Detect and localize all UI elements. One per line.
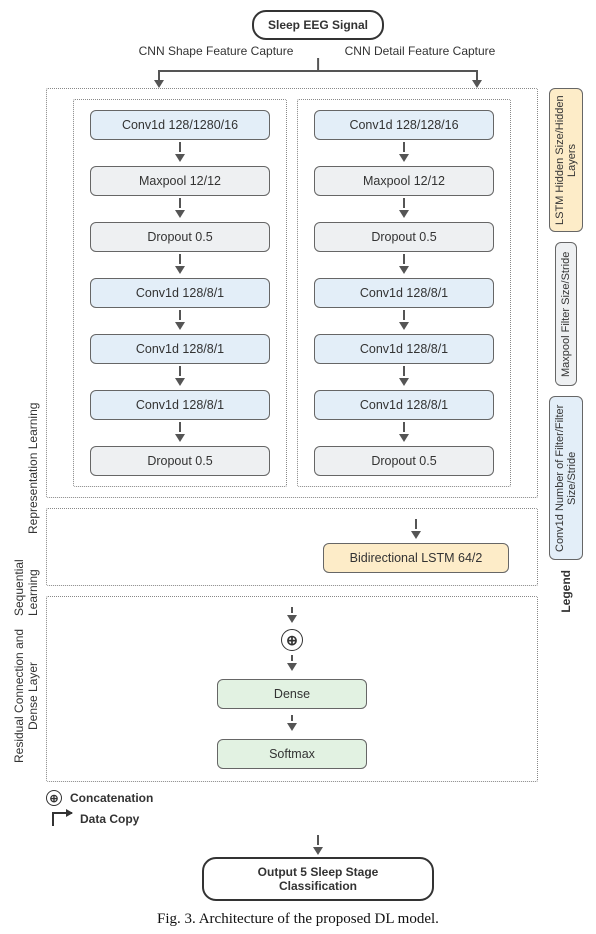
- concat-symbol-icon: ⊕: [46, 790, 62, 806]
- legend-maxpool: Maxpool Filter Size/Stride: [555, 242, 577, 386]
- arrow-icon: [175, 366, 185, 388]
- arrow-icon: [399, 366, 409, 388]
- input-node: Sleep EEG Signal: [252, 10, 384, 40]
- footnote-concat: ⊕ Concatenation: [46, 790, 588, 806]
- dropout-block: Dropout 0.5: [90, 222, 270, 252]
- arrow-icon: [287, 655, 297, 673]
- output-row: Output 5 Sleep Stage Classification: [48, 834, 588, 901]
- arrow-icon: [399, 198, 409, 220]
- footnotes: ⊕ Concatenation Data Copy: [46, 790, 588, 826]
- arrow-icon: [399, 422, 409, 444]
- side-label-sequential: Sequential Learning: [12, 544, 40, 616]
- legend-column: LSTM Hidden Size/Hidden Layers Maxpool F…: [538, 88, 588, 613]
- arrow-icon: [175, 198, 185, 220]
- datacopy-symbol-icon: [46, 812, 72, 826]
- section-side-labels: Representation Learning Sequential Learn…: [8, 88, 46, 766]
- arrow-icon: [399, 254, 409, 276]
- conv-block: Conv1d 128/8/1: [314, 278, 494, 308]
- footnote-datacopy: Data Copy: [46, 812, 588, 826]
- diagram-root: Sleep EEG Signal CNN Shape Feature Captu…: [0, 0, 596, 934]
- split-connector: [48, 58, 588, 88]
- conv-block: Conv1d 128/8/1: [90, 334, 270, 364]
- right-branch-label: CNN Detail Feature Capture: [320, 44, 520, 58]
- dropout-block: Dropout 0.5: [314, 446, 494, 476]
- concat-node-icon: ⊕: [281, 629, 303, 651]
- softmax-block: Softmax: [217, 739, 367, 769]
- legend-title: Legend: [559, 570, 573, 613]
- main-area: Representation Learning Sequential Learn…: [8, 88, 588, 782]
- conv-block: Conv1d 128/8/1: [90, 278, 270, 308]
- maxpool-block: Maxpool 12/12: [90, 166, 270, 196]
- sections-column: Conv1d 128/1280/16 Maxpool 12/12 Dropout…: [46, 88, 538, 782]
- arrow-icon: [411, 519, 421, 541]
- legend-conv: Conv1d Number of Filter/Filter Size/Stri…: [549, 396, 583, 560]
- conv-block: Conv1d 128/8/1: [314, 390, 494, 420]
- footnote-concat-label: Concatenation: [70, 791, 153, 805]
- dropout-block: Dropout 0.5: [90, 446, 270, 476]
- left-branch-label: CNN Shape Feature Capture: [116, 44, 316, 58]
- arrow-icon: [399, 310, 409, 332]
- right-cnn-column: Conv1d 128/128/16 Maxpool 12/12 Dropout …: [297, 99, 511, 487]
- arrow-icon: [175, 310, 185, 332]
- arrow-icon: [313, 835, 323, 857]
- dense-block: Dense: [217, 679, 367, 709]
- conv-block: Conv1d 128/128/16: [314, 110, 494, 140]
- arrow-icon: [287, 607, 297, 625]
- residual-section: ⊕ Dense Softmax: [46, 596, 538, 782]
- lstm-block: Bidirectional LSTM 64/2: [323, 543, 509, 573]
- side-label-representation: Representation Learning: [26, 88, 40, 534]
- conv-block: Conv1d 128/8/1: [90, 390, 270, 420]
- output-node: Output 5 Sleep Stage Classification: [202, 857, 434, 901]
- input-row: Sleep EEG Signal: [48, 10, 588, 40]
- dropout-block: Dropout 0.5: [314, 222, 494, 252]
- footnote-datacopy-label: Data Copy: [80, 812, 139, 826]
- cnn-columns: Conv1d 128/1280/16 Maxpool 12/12 Dropout…: [55, 99, 529, 487]
- representation-section: Conv1d 128/1280/16 Maxpool 12/12 Dropout…: [46, 88, 538, 498]
- arrow-icon: [175, 422, 185, 444]
- branch-labels: CNN Shape Feature Capture CNN Detail Fea…: [48, 44, 588, 58]
- arrow-icon: [175, 254, 185, 276]
- arrow-icon: [287, 715, 297, 733]
- side-label-residual: Residual Connection and Dense Layer: [12, 626, 40, 766]
- figure-caption: Fig. 3. Architecture of the proposed DL …: [8, 911, 588, 928]
- sequential-section: Bidirectional LSTM 64/2: [46, 508, 538, 586]
- legend-lstm: LSTM Hidden Size/Hidden Layers: [549, 88, 583, 232]
- conv-block: Conv1d 128/8/1: [314, 334, 494, 364]
- arrow-icon: [399, 142, 409, 164]
- conv-block: Conv1d 128/1280/16: [90, 110, 270, 140]
- left-cnn-column: Conv1d 128/1280/16 Maxpool 12/12 Dropout…: [73, 99, 287, 487]
- maxpool-block: Maxpool 12/12: [314, 166, 494, 196]
- arrow-icon: [175, 142, 185, 164]
